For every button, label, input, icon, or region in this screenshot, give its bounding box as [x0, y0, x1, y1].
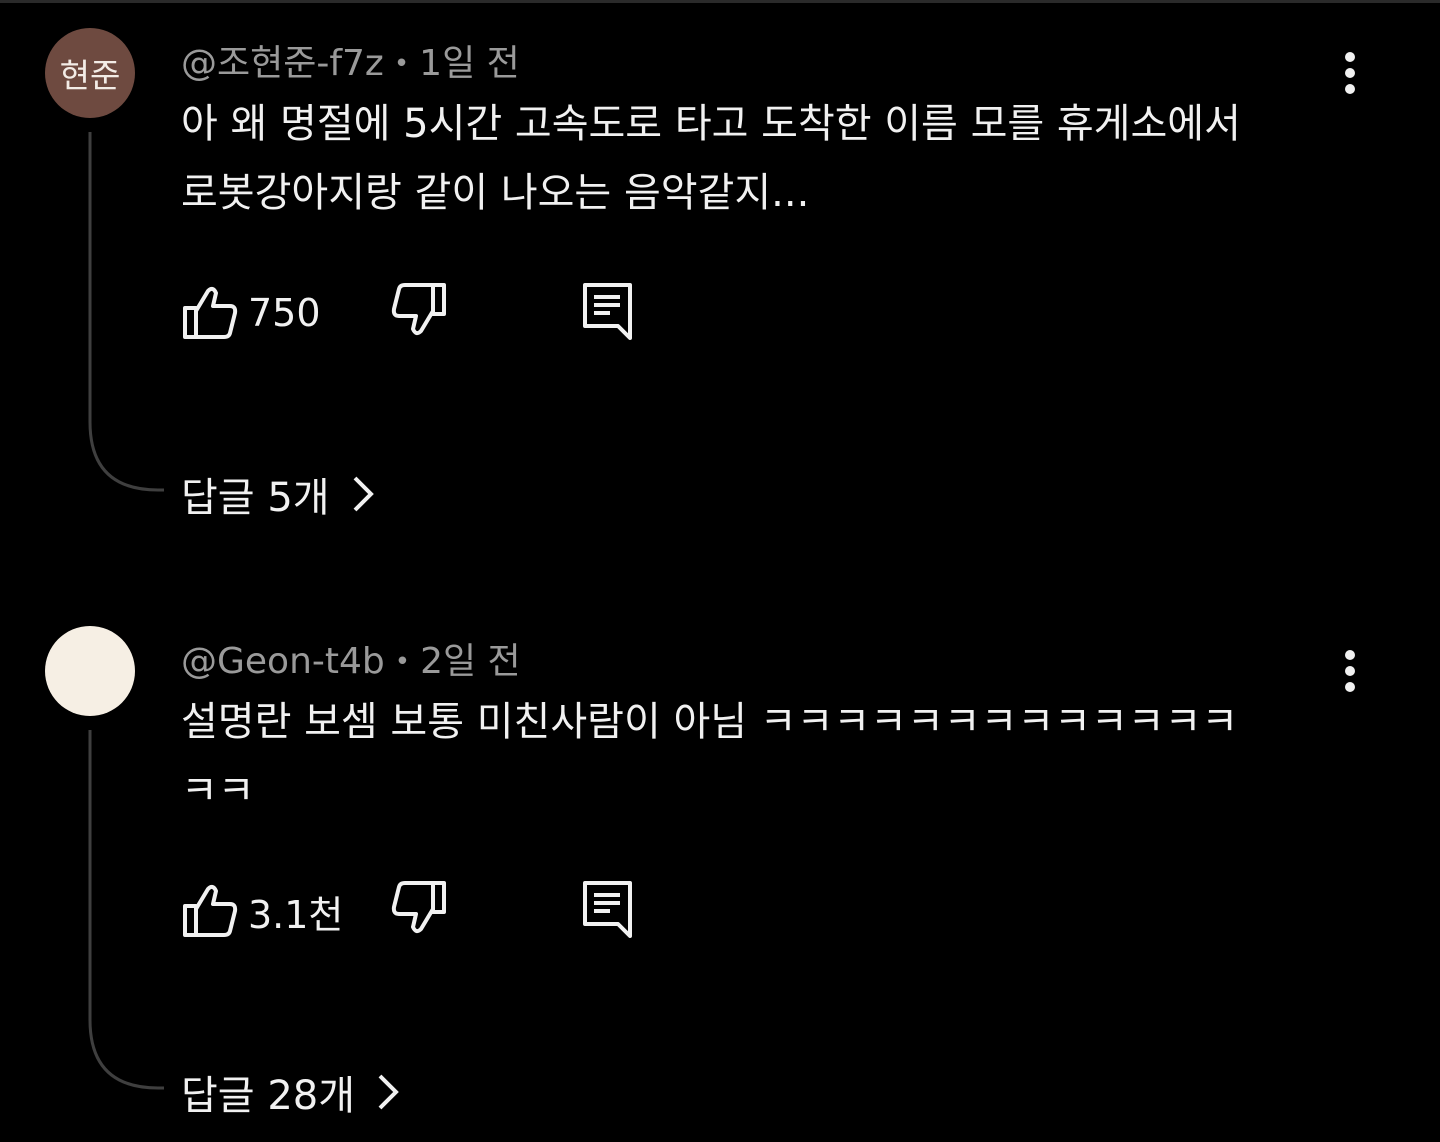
- comment-icon: [580, 280, 636, 346]
- like-count: 750: [248, 291, 321, 335]
- like-count: 3.1천: [248, 892, 344, 937]
- like-button[interactable]: 750: [178, 278, 321, 348]
- like-button[interactable]: 3.1천: [178, 876, 343, 946]
- more-vertical-icon[interactable]: [1330, 43, 1370, 103]
- comment-meta: @조현준-f7z • 1일 전: [181, 34, 520, 86]
- comment-line: ㅋㅋ: [181, 768, 255, 814]
- dislike-button[interactable]: [391, 876, 451, 946]
- more-vertical-icon[interactable]: [1330, 641, 1370, 701]
- view-replies-button[interactable]: 답글 5개: [181, 465, 376, 523]
- view-replies-button[interactable]: 답글 28개: [181, 1063, 401, 1121]
- comment-actions: 3.1천: [178, 876, 698, 946]
- comment-line: 아 왜 명절에 5시간 고속도로 타고 도착한 이름 모를 휴게소에서: [181, 101, 1241, 147]
- thumbs-down-icon: [391, 281, 451, 345]
- comment-meta: @Geon-t4b • 2일 전: [181, 632, 521, 684]
- author-name[interactable]: @Geon-t4b: [181, 641, 385, 682]
- author-name[interactable]: @조현준-f7z: [181, 43, 384, 84]
- avatar[interactable]: [45, 626, 135, 716]
- thumbs-up-icon: [178, 281, 238, 345]
- comment-text: 아 왜 명절에 5시간 고속도로 타고 도착한 이름 모를 휴게소에서 로봇강아…: [181, 90, 1321, 228]
- comment-icon: [580, 878, 636, 944]
- reply-button[interactable]: [580, 876, 636, 946]
- replies-label: 답글 5개: [181, 475, 330, 521]
- comment-thread: 현준 @조현준-f7z • 1일 전 아 왜 명절에 5시간 고속도로 타고 도착한…: [0, 0, 1440, 560]
- avatar-initials: 현준: [59, 56, 121, 95]
- comment-line: 설명란 보셈 보통 미친사람이 아님 ㅋㅋㅋㅋㅋㅋㅋㅋㅋㅋㅋㅋㅋ: [181, 699, 1239, 745]
- meta-separator: •: [393, 49, 410, 79]
- chevron-right-icon: [378, 1074, 399, 1110]
- comment-time: 1일 전: [419, 43, 520, 84]
- thread-connector-line: [88, 132, 164, 492]
- comment-actions: 750: [178, 278, 698, 348]
- comment-line: 로봇강아지랑 같이 나오는 음악같지...: [181, 170, 810, 216]
- thumbs-up-icon: [178, 879, 238, 943]
- comment-time: 2일 전: [420, 641, 521, 682]
- dislike-button[interactable]: [391, 278, 451, 348]
- meta-separator: •: [394, 647, 411, 677]
- avatar[interactable]: 현준: [45, 28, 135, 118]
- thread-connector-line: [88, 730, 164, 1090]
- comment-text: 설명란 보셈 보통 미친사람이 아님 ㅋㅋㅋㅋㅋㅋㅋㅋㅋㅋㅋㅋㅋ ㅋㅋ: [181, 688, 1321, 826]
- chevron-right-icon: [353, 476, 374, 512]
- thumbs-down-icon: [391, 879, 451, 943]
- reply-button[interactable]: [580, 278, 636, 348]
- replies-label: 답글 28개: [181, 1073, 356, 1119]
- comment-thread: @Geon-t4b • 2일 전 설명란 보셈 보통 미친사람이 아님 ㅋㅋㅋㅋㅋㅋ…: [0, 598, 1440, 1142]
